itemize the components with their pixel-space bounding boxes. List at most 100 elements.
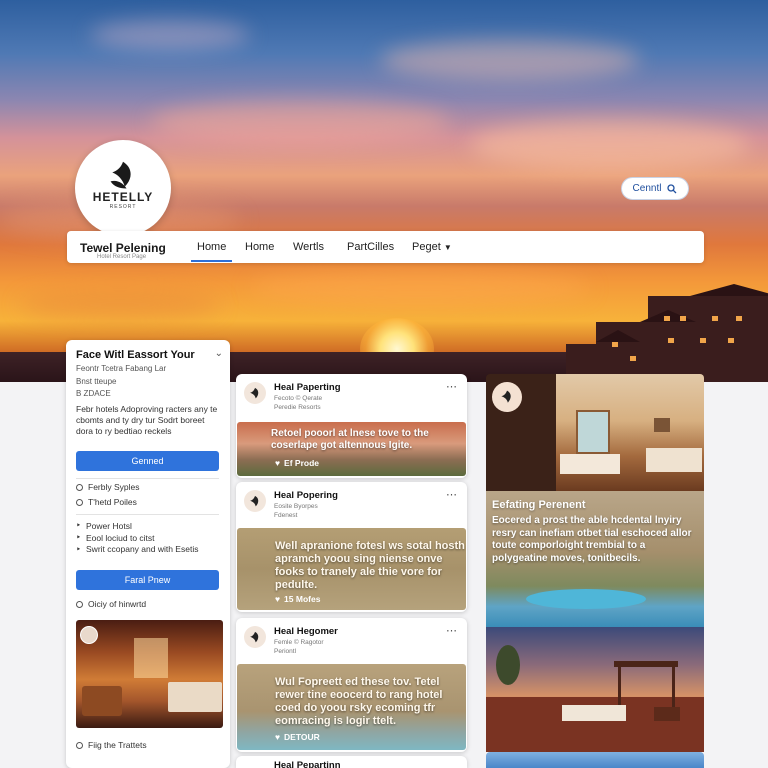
window (576, 410, 610, 454)
secondary-button[interactable]: Faral Pnew (76, 570, 219, 590)
list-item-label: Eool lociud to citst (86, 532, 155, 543)
leaf-icon (110, 161, 131, 189)
list-item-label: Swrit ccopany and with Esetis (86, 544, 199, 554)
left-panel: Face Witl Eassort Your ⌄ Feontr Tcetra F… (66, 340, 230, 768)
post-card[interactable]: Heal Pepartinn (236, 756, 467, 768)
canopy (614, 661, 678, 667)
tab-home[interactable]: Home (190, 241, 233, 262)
bed (646, 448, 702, 472)
avatar (244, 626, 266, 648)
window (134, 638, 168, 678)
option-item[interactable]: Ferbly Syples (76, 482, 140, 492)
feature-card[interactable]: Eefating Perenent Eocered a prost the ab… (486, 491, 704, 627)
heart-icon: ♥ (275, 732, 281, 742)
post-meta: Fdenest (274, 512, 298, 519)
radio-icon (76, 483, 83, 491)
room-interior (556, 374, 704, 491)
panel-description: Febr hotels Adoproving racters any te cb… (76, 404, 218, 436)
heart-icon: ♥ (275, 458, 281, 468)
right-gallery: Eefating Perenent Eocered a prost the ab… (486, 374, 704, 768)
post-card[interactable]: Heal Popering Eosite Byorpes Fdenest ⋯ W… (236, 482, 467, 612)
chair (654, 707, 680, 721)
post-caption: Retoel pooorl at lnese tove to the coser… (271, 428, 429, 451)
panel-line-1: Feontr Tcetra Fabang Lar (76, 364, 167, 373)
terrace-photo[interactable] (486, 627, 704, 752)
leaf-icon (250, 631, 259, 642)
post-image[interactable]: Wul Fopreett ed these tov. Tetel rewer t… (237, 664, 466, 750)
list-item-label: Power Hotsl (86, 520, 132, 531)
next-photo[interactable] (486, 752, 704, 768)
like-count[interactable]: ♥ DETOUR (275, 732, 320, 742)
like-count[interactable]: ♥ 15 Mofes (275, 594, 320, 604)
leaf-icon (501, 390, 511, 403)
avatar (80, 626, 98, 644)
search-button[interactable]: Cenntl (621, 177, 689, 200)
post-meta: Eosite Byorpes (274, 503, 318, 510)
post-meta: Peredie Resorts (274, 404, 321, 411)
checkbox-item[interactable]: Oiciy of hinwrtd (76, 599, 146, 609)
daybed (562, 705, 626, 721)
hotel-room-photo[interactable] (76, 620, 223, 728)
post-card[interactable]: Heal Hegomer Femle © Ragotor Periontl ⋯ … (236, 618, 467, 752)
tab-peget-dropdown[interactable]: Peget ▼ (412, 241, 452, 253)
armchair (82, 686, 122, 716)
post-card[interactable]: Heal Paperting Fecoto © Qerate Peredie R… (236, 374, 467, 478)
like-count[interactable]: ♥ Ef Prode (275, 458, 319, 468)
primary-button[interactable]: Genned (76, 451, 219, 471)
post-author[interactable]: Heal Pepartinn (274, 760, 341, 768)
footer-link[interactable]: Fiig the Trattets (76, 740, 147, 750)
option-label: Ferbly Syples (88, 482, 140, 492)
checkbox-icon (76, 600, 83, 608)
option-item[interactable]: T'hetd Poiles (76, 497, 137, 507)
bullet-icon: ‣ (76, 544, 82, 554)
brand-logo[interactable]: HETELLY RESORT (75, 140, 171, 236)
tab-particles[interactable]: PartCilles (347, 241, 394, 253)
avatar (492, 382, 522, 412)
page-title: Tewel Pelening (80, 241, 166, 255)
bullet-icon: ‣ (76, 532, 82, 542)
more-options-icon[interactable]: ⋯ (446, 488, 458, 501)
post-meta: Periontl (274, 648, 297, 655)
feature-text: Eocered a prost the able hcdental lnyiry… (492, 515, 692, 564)
leaf-icon (250, 387, 259, 398)
panel-line-3: B ZDACE (76, 389, 111, 398)
post-caption: Well apranione fotesl ws sotal hosth apr… (275, 540, 465, 591)
resort-building (648, 296, 768, 382)
more-options-icon[interactable]: ⋯ (446, 380, 458, 393)
post-image[interactable]: Retoel pooorl at lnese tove to the coser… (237, 422, 466, 476)
post-author[interactable]: Heal Hegomer (274, 626, 338, 637)
list-item: ‣ Swrit ccopany and with Esetis (76, 544, 221, 555)
heart-icon: ♥ (275, 594, 281, 604)
list-item: ‣ Eool lociud to citst (76, 532, 155, 543)
search-icon (667, 183, 677, 193)
panel-line-2: Bnst tteupe (76, 377, 117, 386)
option-label: T'hetd Poiles (88, 497, 137, 507)
room-photo[interactable] (486, 374, 704, 491)
chevron-down-icon[interactable]: ⌄ (215, 348, 223, 359)
post-meta: Femle © Ragotor (274, 639, 324, 646)
more-options-icon[interactable]: ⋯ (446, 624, 458, 637)
tab-wertls[interactable]: Wertls (293, 241, 324, 253)
logo-subtext: RESORT (109, 204, 137, 210)
divider (76, 514, 219, 515)
chevron-down-icon: ▼ (443, 243, 452, 252)
post-author[interactable]: Heal Paperting (274, 382, 341, 393)
post-author[interactable]: Heal Popering (274, 490, 338, 501)
logo-text: HETELLY (92, 190, 154, 204)
post-caption: Wul Fopreett ed these tov. Tetel rewer t… (275, 676, 443, 727)
like-count-label: 15 Mofes (284, 594, 321, 604)
panel-title: Face Witl Eassort Your (76, 349, 195, 361)
bed (168, 682, 222, 712)
avatar (244, 490, 266, 512)
tab-home-2[interactable]: Home (245, 241, 274, 253)
painting (654, 418, 670, 432)
pool (526, 589, 646, 609)
list-item: ‣ Power Hotsl (76, 520, 132, 531)
like-count-label: DETOUR (284, 732, 320, 742)
tree (496, 645, 520, 685)
tab-peget-label: Peget (412, 241, 441, 253)
top-navigation: Tewel Pelening Hotel Resort Page Home Ho… (67, 231, 704, 263)
post-meta: Fecoto © Qerate (274, 395, 323, 402)
post-image[interactable]: Well apranione fotesl ws sotal hosth apr… (237, 528, 466, 610)
like-count-label: Ef Prode (284, 458, 319, 468)
